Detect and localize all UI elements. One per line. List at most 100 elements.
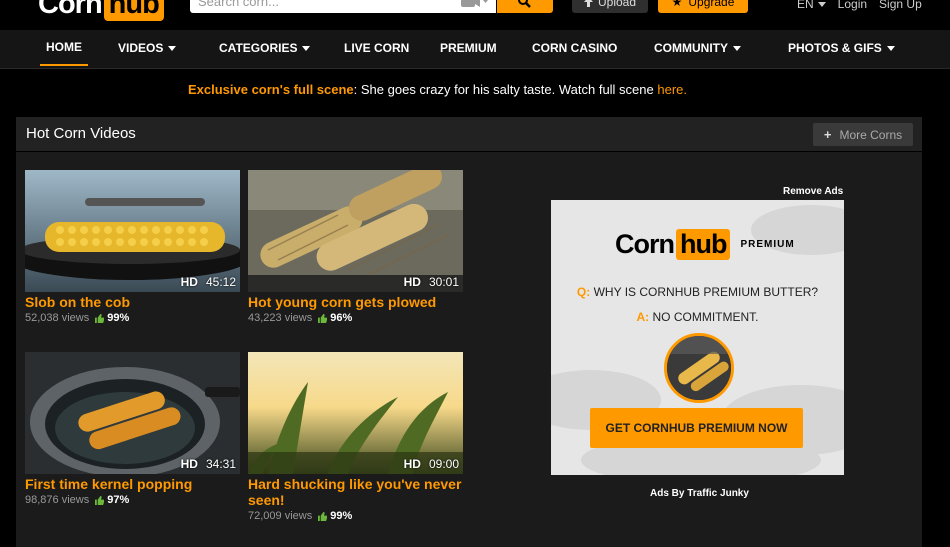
- nav-community-label: COMMUNITY: [654, 41, 728, 55]
- video-thumbnail[interactable]: HD 30:01: [248, 170, 463, 292]
- search-box: [190, 0, 496, 13]
- nav-photos-gifs-label: PHOTOS & GIFS: [788, 41, 882, 55]
- star-icon: ★: [671, 0, 683, 9]
- nav-live-corn-label: LIVE CORN: [344, 41, 410, 55]
- hd-badge: HD: [180, 275, 198, 289]
- ads-by-label[interactable]: Ads By Traffic Junky: [650, 488, 749, 499]
- ad-logo-left: Corn: [615, 229, 675, 259]
- nav-premium[interactable]: PREMIUM: [440, 30, 497, 66]
- nav-community[interactable]: COMMUNITY: [654, 30, 741, 66]
- search-button[interactable]: [497, 0, 553, 13]
- search-input[interactable]: [190, 0, 456, 12]
- nav-categories[interactable]: CATEGORIES: [219, 30, 311, 66]
- logo-text-left: Corn: [38, 0, 103, 20]
- section-title: Hot Corn Videos: [26, 125, 136, 142]
- language-select[interactable]: EN: [797, 0, 826, 11]
- thumbs-up-icon: [95, 313, 105, 323]
- ad-question: Q: WHY IS CORNHUB PREMIUM BUTTER?: [551, 285, 844, 299]
- video-title[interactable]: Slob on the cob: [25, 294, 240, 310]
- plus-icon: +: [823, 127, 832, 142]
- chevron-down-icon: [817, 2, 826, 7]
- video-rating: 99%: [318, 510, 352, 522]
- camera-search-icon[interactable]: [456, 0, 492, 12]
- video-views: 43,223 views: [248, 312, 313, 324]
- video-thumbnail[interactable]: HD 09:00: [248, 352, 463, 474]
- video-rating: 99%: [95, 312, 129, 324]
- ad-question-text: WHY IS CORNHUB PREMIUM BUTTER?: [590, 285, 819, 299]
- promo-text: : She goes crazy for his salty taste. Wa…: [353, 82, 658, 97]
- ad-logo-suffix: PREMIUM: [740, 239, 795, 250]
- main-nav: HOME VIDEOS CATEGORIES LIVE CORN PREMIUM…: [0, 30, 950, 69]
- video-badge: HD 30:01: [404, 275, 459, 289]
- login-link[interactable]: Login: [838, 0, 867, 11]
- chevron-down-icon: [168, 46, 177, 51]
- video-views: 72,009 views: [248, 510, 313, 522]
- video-title[interactable]: Hard shucking like you've never seen!: [248, 476, 463, 508]
- nav-home-label: HOME: [46, 40, 82, 54]
- signup-link[interactable]: Sign Up: [879, 0, 922, 11]
- video-card[interactable]: HD 30:01 Hot young corn gets plowed 43,2…: [248, 170, 463, 324]
- search-icon: [518, 0, 531, 8]
- video-rating-value: 96%: [330, 312, 353, 324]
- more-corns-button[interactable]: + More Corns: [813, 123, 913, 146]
- premium-ad[interactable]: Corn hub PREMIUM Q: WHY IS CORNHUB PREMI…: [551, 200, 844, 475]
- ad-answer-key: A:: [636, 310, 650, 324]
- language-label: EN: [797, 0, 814, 11]
- video-meta: 43,223 views 96%: [248, 312, 463, 324]
- nav-corn-casino[interactable]: CORN CASINO: [532, 30, 617, 66]
- video-badge: HD 45:12: [181, 275, 236, 289]
- nav-videos-label: VIDEOS: [118, 41, 164, 55]
- ad-question-key: Q:: [576, 285, 591, 299]
- nav-home[interactable]: HOME: [40, 30, 88, 66]
- hd-badge: HD: [403, 457, 421, 471]
- upgrade-button[interactable]: ★ Upgrade: [658, 0, 748, 13]
- chevron-down-icon: [302, 46, 311, 51]
- video-duration: 45:12: [205, 275, 236, 289]
- video-duration: 30:01: [428, 275, 459, 289]
- nav-photos-gifs[interactable]: PHOTOS & GIFS: [788, 30, 895, 66]
- ad-logo: Corn hub PREMIUM: [615, 229, 795, 260]
- video-meta: 72,009 views 99%: [248, 510, 463, 522]
- video-meta: 52,038 views 99%: [25, 312, 240, 324]
- upload-icon: [583, 0, 593, 7]
- video-thumbnail[interactable]: HD 34:31: [25, 352, 240, 474]
- upload-button[interactable]: Upload: [572, 0, 648, 13]
- site-logo[interactable]: Corn hub: [38, 0, 164, 21]
- video-duration: 34:31: [205, 457, 236, 471]
- panel-header: Hot Corn Videos + More Corns: [16, 117, 922, 152]
- ad-answer-text: NO COMMITMENT.: [649, 310, 759, 324]
- video-card[interactable]: HD 34:31 First time kernel popping 98,87…: [25, 352, 240, 506]
- nav-premium-label: PREMIUM: [440, 41, 497, 55]
- video-views: 98,876 views: [25, 494, 90, 506]
- video-title[interactable]: First time kernel popping: [25, 476, 240, 492]
- nav-videos[interactable]: VIDEOS: [118, 30, 177, 66]
- remove-ads-link[interactable]: Remove Ads: [783, 186, 843, 197]
- ad-logo-right: hub: [676, 229, 731, 260]
- chevron-down-icon: [886, 46, 895, 51]
- get-premium-button[interactable]: GET CORNHUB PREMIUM NOW: [590, 408, 803, 448]
- video-meta: 98,876 views 97%: [25, 494, 240, 506]
- video-rating-value: 99%: [330, 510, 353, 522]
- logo-text-right: hub: [103, 0, 164, 21]
- hd-badge: HD: [180, 457, 198, 471]
- hd-badge: HD: [403, 275, 421, 289]
- video-duration: 09:00: [428, 457, 459, 471]
- upload-label: Upload: [597, 0, 637, 9]
- promo-link[interactable]: here.: [657, 82, 687, 97]
- video-thumbnail[interactable]: HD 45:12: [25, 170, 240, 292]
- ad-answer: A: NO COMMITMENT.: [551, 310, 844, 324]
- nav-categories-label: CATEGORIES: [219, 41, 298, 55]
- thumbs-up-icon: [318, 511, 328, 521]
- nav-live-corn[interactable]: LIVE CORN: [344, 30, 409, 66]
- thumbs-up-icon: [95, 495, 105, 505]
- video-card[interactable]: HD 45:12 Slob on the cob 52,038 views 99…: [25, 170, 240, 324]
- chevron-down-icon: [733, 46, 741, 51]
- video-rating: 96%: [318, 312, 352, 324]
- promo-banner: Exclusive corn's full scene: She goes cr…: [0, 82, 875, 97]
- video-card[interactable]: HD 09:00 Hard shucking like you've never…: [248, 352, 463, 522]
- video-rating-value: 99%: [107, 312, 130, 324]
- ad-image: [664, 333, 734, 403]
- account-links: EN Login Sign Up: [797, 0, 922, 11]
- upgrade-label: Upgrade: [688, 0, 735, 9]
- video-title[interactable]: Hot young corn gets plowed: [248, 294, 463, 310]
